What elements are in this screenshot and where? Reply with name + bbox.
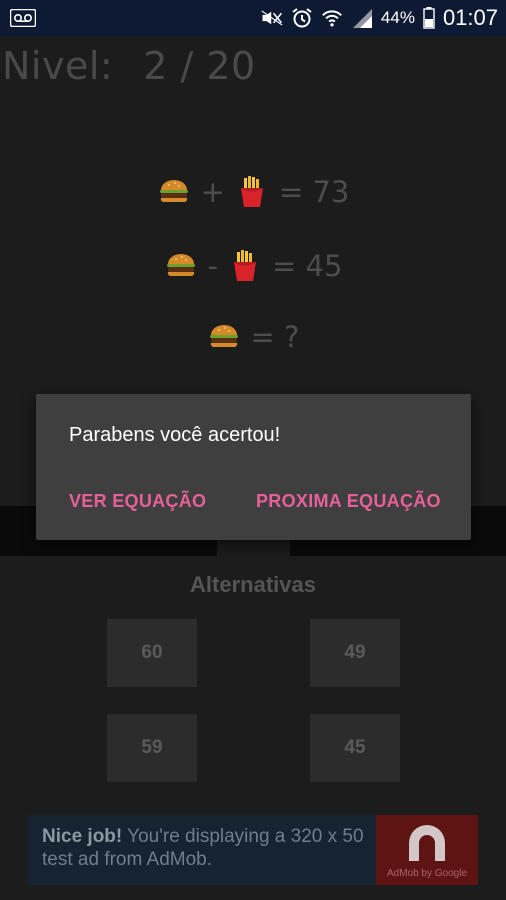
level-indicator: Nivel: 2 / 20 bbox=[2, 44, 256, 88]
ad-banner[interactable]: Nice job! You're displaying a 320 x 50 t… bbox=[28, 815, 478, 885]
voicemail-icon bbox=[9, 8, 37, 28]
fries-icon bbox=[235, 175, 269, 209]
equation-2-result: = 45 bbox=[272, 249, 343, 283]
battery-icon bbox=[423, 7, 435, 29]
burger-icon bbox=[157, 175, 191, 209]
alarm-icon bbox=[291, 7, 313, 29]
equation-1: + = 73 bbox=[0, 175, 506, 209]
admob-caption: AdMob by Google bbox=[386, 868, 468, 879]
alternatives-title: Alternativas bbox=[190, 572, 316, 597]
admob-logo-icon bbox=[405, 823, 449, 869]
option-button[interactable]: 60 bbox=[107, 619, 197, 687]
clock: 01:07 bbox=[442, 5, 498, 30]
see-equation-button[interactable]: VER EQUAÇÃO bbox=[69, 491, 206, 512]
equation-1-result: = 73 bbox=[278, 175, 350, 209]
wifi-icon bbox=[321, 7, 343, 29]
option-button[interactable]: 49 bbox=[310, 619, 400, 687]
success-dialog: Parabens você acertou! VER EQUAÇÃO PROXI… bbox=[36, 394, 471, 540]
next-equation-button[interactable]: PROXIMA EQUAÇÃO bbox=[256, 491, 441, 512]
dialog-message: Parabens você acertou! bbox=[69, 424, 281, 446]
option-button[interactable]: 59 bbox=[107, 714, 197, 782]
ad-text: Nice job! You're displaying a 320 x 50 t… bbox=[42, 825, 372, 871]
burger-icon bbox=[207, 320, 241, 354]
admob-logo[interactable]: AdMob by Google bbox=[376, 815, 478, 885]
option-button[interactable]: 45 bbox=[310, 714, 400, 782]
fries-icon bbox=[228, 249, 262, 283]
equation-2-operator: - bbox=[207, 249, 219, 283]
equation-3-result: = ? bbox=[250, 320, 300, 354]
mute-icon bbox=[261, 7, 283, 29]
equation-1-operator: + bbox=[200, 175, 225, 209]
ad-bold-text: Nice job! bbox=[42, 826, 123, 847]
level-value: 2 / 20 bbox=[143, 44, 256, 88]
burger-icon bbox=[164, 249, 198, 283]
level-label: Nivel: bbox=[2, 44, 114, 88]
equation-3: = ? bbox=[0, 320, 506, 354]
status-bar: 44% 01:07 bbox=[0, 0, 506, 36]
signal-icon bbox=[351, 7, 373, 29]
battery-percent: 44% bbox=[380, 8, 415, 27]
answer-strip-gap bbox=[217, 540, 290, 556]
equation-2: - = 45 bbox=[0, 249, 506, 283]
